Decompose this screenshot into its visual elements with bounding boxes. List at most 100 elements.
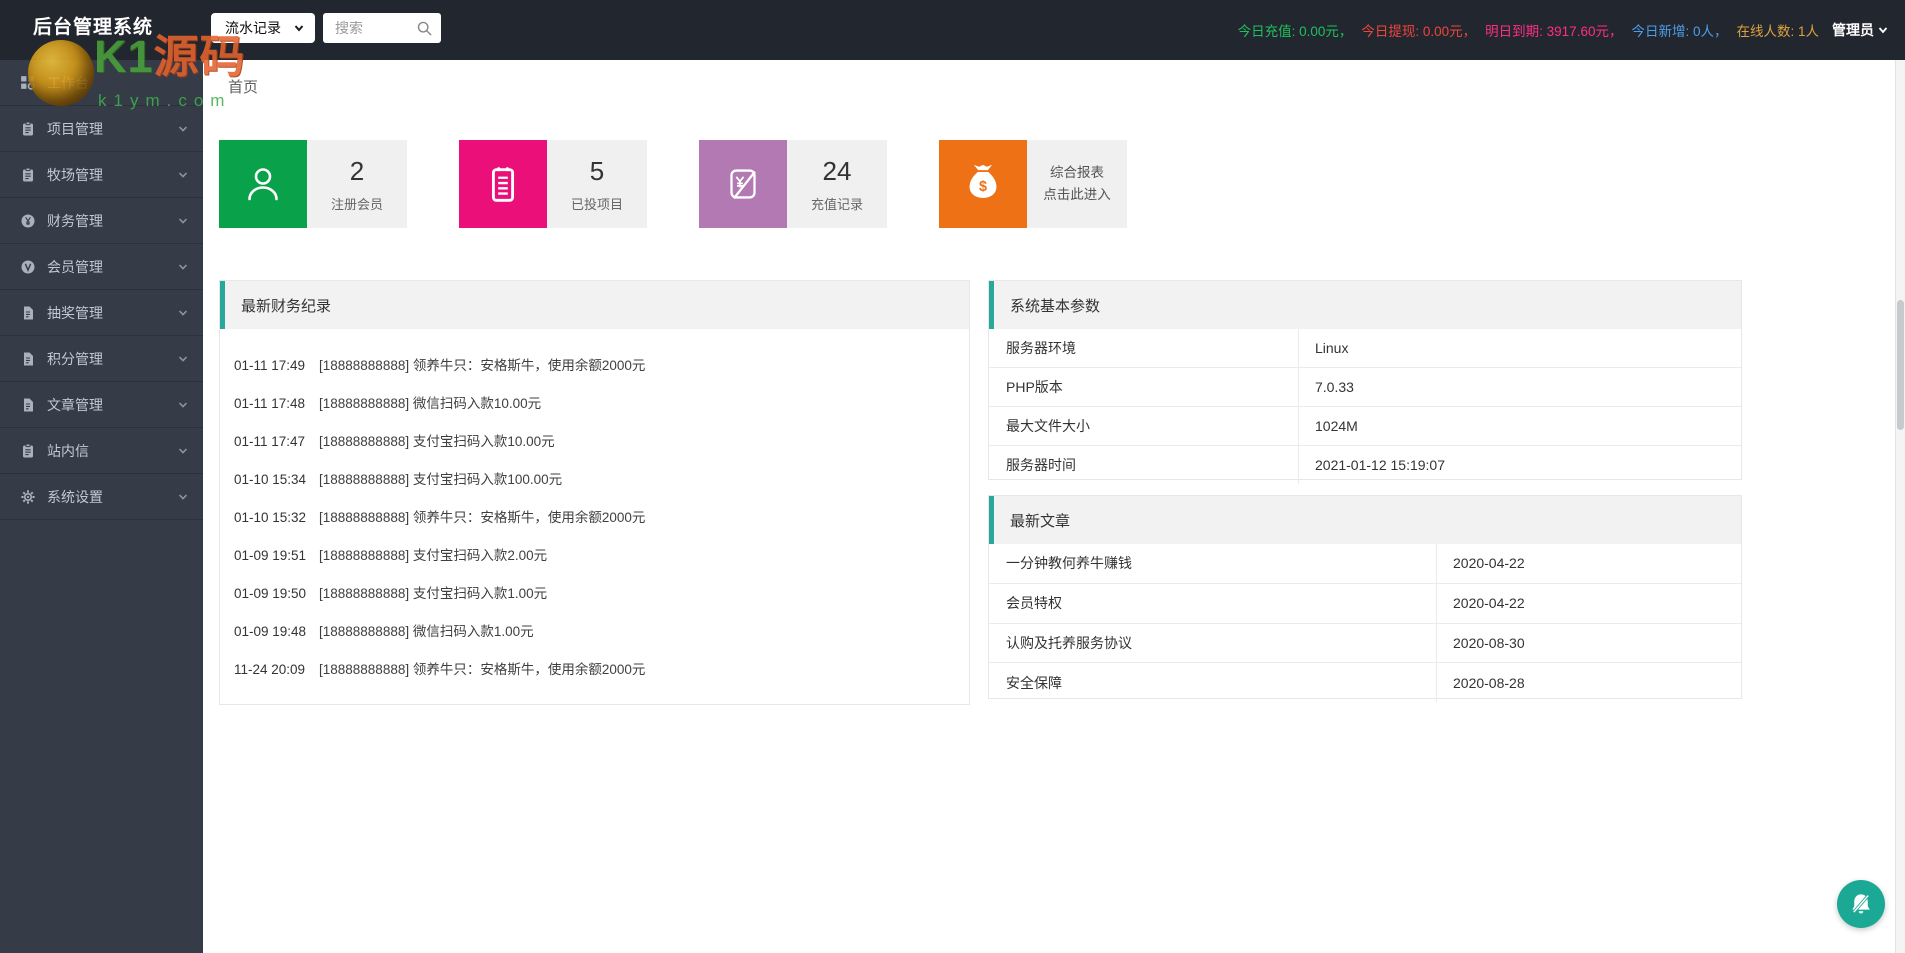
list-item[interactable]: 认购及托养服务协议 2020-08-30 (989, 623, 1741, 664)
finance-record-row: 01-09 19:48 [18888888888] 微信扫码入款1.00元 (234, 624, 534, 639)
table-row: PHP版本 7.0.33 (989, 368, 1741, 407)
sidebar-item-label: 系统设置 (47, 488, 103, 505)
vertical-scrollbar (1895, 60, 1905, 953)
finance-record-list: 01-11 17:49 [18888888888] 领养牛只：安格斯牛，使用余额2… (220, 329, 969, 689)
stat-cards: 2 注册会员 5 已投项目 24 充值记录 $ 综合报表 点击此进入 (219, 140, 1127, 228)
chevron-down-icon (177, 353, 189, 365)
chevron-down-icon (177, 261, 189, 273)
breadcrumb[interactable]: 首页 (228, 76, 258, 97)
card-label: 已投项目 (570, 196, 623, 212)
sidebar-item-label: 积分管理 (47, 350, 103, 367)
header-stats: 今日充值: 0.00元， 今日提现: 0.00元， 明日到期: 3917.60元… (1229, 0, 1889, 60)
sidebar-item-finance[interactable]: 财务管理 (0, 198, 203, 244)
user-icon (219, 140, 307, 228)
sidebar: 工作台 项目管理 牧场管理 财务管理 会员管理 抽奖管理 积分管理 文章管理 站… (0, 60, 203, 953)
finance-record-row: 01-09 19:51 [18888888888] 支付宝扫码入款2.00元 (234, 548, 548, 563)
sidebar-item-label: 文章管理 (47, 396, 103, 413)
document-icon (19, 350, 36, 367)
card-label: 注册会员 (330, 196, 383, 212)
finance-panel-title: 最新财务纪录 (220, 281, 969, 329)
chevron-down-icon (177, 307, 189, 319)
scrollbar-thumb[interactable] (1897, 300, 1904, 430)
finance-panel: 最新财务纪录 01-11 17:49 [18888888888] 领养牛只：安格斯… (219, 280, 970, 705)
moneybag-icon: $ (939, 140, 1027, 228)
sidebar-item-projects[interactable]: 项目管理 (0, 106, 203, 152)
card-invested-projects[interactable]: 5 已投项目 (459, 140, 647, 228)
sidebar-item-lottery[interactable]: 抽奖管理 (0, 290, 203, 336)
article-date: 2020-08-30 (1436, 623, 1741, 663)
recharge-icon (699, 140, 787, 228)
finance-record-row: 01-09 19:50 [18888888888] 支付宝扫码入款1.00元 (234, 586, 548, 601)
stat-today-recharge: 今日充值: 0.00元， (1237, 24, 1353, 39)
clipboard-icon (19, 120, 36, 137)
svg-text:$: $ (979, 179, 987, 195)
admin-menu[interactable]: 管理员 (1832, 20, 1889, 40)
sidebar-item-label: 抽奖管理 (47, 304, 103, 321)
card-label: 充值记录 (810, 196, 863, 212)
sidebar-item-ranch[interactable]: 牧场管理 (0, 152, 203, 198)
card-line2: 点击此进入 (1043, 187, 1111, 202)
article-title: 认购及托养服务协议 (1006, 634, 1132, 651)
article-title: 安全保障 (1006, 674, 1062, 691)
app-title: 后台管理系统 (33, 17, 154, 38)
system-params-title: 系统基本参数 (989, 281, 1741, 329)
article-date: 2020-04-22 (1436, 544, 1741, 583)
notifications-mute-button[interactable] (1837, 880, 1885, 928)
dashboard-icon (19, 74, 36, 91)
list-item[interactable]: 安全保障 2020-08-28 (989, 663, 1741, 702)
document-icon (19, 396, 36, 413)
stat-online-users: 在线人数: 1人 (1736, 24, 1819, 39)
clipboard-icon (19, 442, 36, 459)
record-type-select-value: 流水记录 (225, 20, 281, 36)
list-item[interactable]: 一分钟教何养牛赚钱 2020-04-22 (989, 544, 1741, 584)
sidebar-item-label: 会员管理 (47, 258, 103, 275)
stat-due-tomorrow: 明日到期: 3917.60元， (1485, 24, 1623, 39)
list-item[interactable]: 会员特权 2020-04-22 (989, 583, 1741, 624)
card-recharge-records[interactable]: 24 充值记录 (699, 140, 887, 228)
sidebar-item-members[interactable]: 会员管理 (0, 244, 203, 290)
stat-today-withdraw: 今日提现: 0.00元， (1361, 24, 1477, 39)
sidebar-item-messages[interactable]: 站内信 (0, 428, 203, 474)
finance-record-row: 01-11 17:48 [18888888888] 微信扫码入款10.00元 (234, 396, 542, 411)
article-date: 2020-08-28 (1436, 663, 1741, 702)
table-row: 服务器时间 2021-01-12 15:19:07 (989, 446, 1741, 484)
document-icon (19, 304, 36, 321)
finance-record-row: 01-10 15:32 [18888888888] 领养牛只：安格斯牛，使用余额2… (234, 510, 646, 525)
card-registered-members[interactable]: 2 注册会员 (219, 140, 407, 228)
card-line1: 综合报表 (1050, 165, 1104, 180)
search-icon[interactable] (416, 20, 433, 37)
finance-record-row: 11-24 20:09 [18888888888] 领养牛只：安格斯牛，使用余额2… (234, 662, 646, 677)
finance-record-row: 01-11 17:49 [18888888888] 领养牛只：安格斯牛，使用余额2… (234, 358, 646, 373)
table-row: 服务器环境 Linux (989, 329, 1741, 368)
yen-coin-icon (19, 212, 36, 229)
article-title: 一分钟教何养牛赚钱 (1006, 555, 1132, 572)
chevron-down-icon (1878, 27, 1888, 34)
member-coin-icon (19, 258, 36, 275)
finance-record-row: 01-11 17:47 [18888888888] 支付宝扫码入款10.00元 (234, 434, 555, 449)
sidebar-item-articles[interactable]: 文章管理 (0, 382, 203, 428)
admin-dashboard: 后台管理系统 流水记录 今日充值: 0.00元， 今日提现: 0.00元， 明日… (0, 0, 1905, 953)
sidebar-item-workbench[interactable]: 工作台 (0, 60, 203, 106)
sidebar-item-label: 项目管理 (47, 120, 103, 137)
top-bar: 后台管理系统 流水记录 今日充值: 0.00元， 今日提现: 0.00元， 明日… (0, 0, 1905, 60)
search-input[interactable] (333, 19, 416, 37)
bell-slash-icon (1846, 889, 1876, 919)
search-box (323, 13, 441, 43)
article-title: 会员特权 (1006, 595, 1062, 612)
gear-icon (19, 488, 36, 505)
chevron-down-icon (177, 123, 189, 135)
finance-record-row: 01-10 15:34 [18888888888] 支付宝扫码入款100.00元 (234, 472, 563, 487)
record-type-select[interactable]: 流水记录 (211, 13, 315, 43)
chevron-down-icon (177, 215, 189, 227)
sidebar-item-points[interactable]: 积分管理 (0, 336, 203, 382)
clipboard-icon (459, 140, 547, 228)
sidebar-item-label: 牧场管理 (47, 166, 103, 183)
card-summary-report[interactable]: $ 综合报表 点击此进入 (939, 140, 1127, 228)
stat-new-today: 今日新增: 0人， (1631, 24, 1728, 39)
sidebar-item-label: 财务管理 (47, 212, 103, 229)
sidebar-item-settings[interactable]: 系统设置 (0, 474, 203, 520)
latest-articles-panel: 最新文章 一分钟教何养牛赚钱 2020-04-22 会员特权 2020-04-22 … (988, 495, 1742, 702)
table-row: 最大文件大小 1024M (989, 407, 1741, 446)
system-params-panel: 系统基本参数 服务器环境 Linux PHP版本 7.0.33 最大文件大小 1024… (988, 280, 1742, 484)
clipboard-icon (19, 166, 36, 183)
